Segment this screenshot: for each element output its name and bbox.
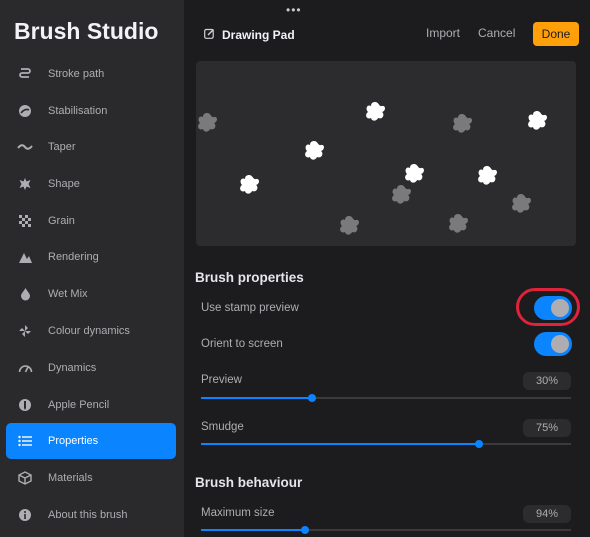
info-icon (16, 506, 34, 524)
sidebar-item-label: Stroke path (48, 68, 105, 80)
brush-properties-heading: Brush properties (195, 270, 304, 285)
import-button[interactable]: Import (426, 26, 460, 40)
sidebar-item-label: Stabilisation (48, 105, 108, 117)
stabilisation-icon (16, 102, 34, 120)
wet-mix-icon (16, 285, 34, 303)
sidebar-item-shape[interactable]: Shape (6, 166, 176, 202)
toggle-knob (551, 335, 569, 353)
cancel-button[interactable]: Cancel (478, 26, 515, 40)
sidebar-item-wet-mix[interactable]: Wet Mix (6, 276, 176, 312)
sidebar-item-stroke-path[interactable]: Stroke path (6, 56, 176, 92)
smudge-label: Smudge (201, 421, 244, 433)
sidebar-item-label: Apple Pencil (48, 399, 110, 411)
drawing-pad-label: Drawing Pad (222, 28, 295, 42)
sidebar-item-label: About this brush (48, 509, 128, 521)
sidebar: Brush Studio Stroke path Stabilisation T… (0, 0, 184, 537)
sidebar-item-label: Materials (48, 472, 93, 484)
taper-icon (16, 138, 34, 156)
sidebar-item-about-this-brush[interactable]: About this brush (6, 497, 176, 533)
white-stamp-marks (240, 102, 547, 194)
drawing-pad-button[interactable]: Drawing Pad (204, 26, 295, 44)
slider-fill (201, 397, 312, 399)
brush-behaviour-heading: Brush behaviour (195, 475, 303, 490)
sidebar-item-label: Shape (48, 178, 80, 190)
maximum-size-slider[interactable] (201, 526, 571, 534)
sidebar-item-label: Wet Mix (48, 288, 88, 300)
main-panel: ••• Drawing Pad Import Cancel Done Brush… (184, 0, 590, 537)
sidebar-item-properties[interactable]: Properties (6, 423, 176, 459)
rendering-icon (16, 248, 34, 266)
grain-icon (16, 212, 34, 230)
preview-slider[interactable] (201, 394, 571, 402)
shape-icon (16, 175, 34, 193)
sidebar-item-rendering[interactable]: Rendering (6, 239, 176, 275)
sidebar-item-taper[interactable]: Taper (6, 129, 176, 165)
sidebar-item-dynamics[interactable]: Dynamics (6, 350, 176, 386)
maximum-size-value[interactable]: 94% (523, 505, 571, 523)
orient-to-screen-label: Orient to screen (201, 338, 283, 350)
slider-fill (201, 529, 305, 531)
use-stamp-preview-label: Use stamp preview (201, 302, 299, 314)
apple-pencil-icon (16, 396, 34, 414)
done-button[interactable]: Done (533, 22, 579, 46)
smudge-slider[interactable] (201, 440, 571, 448)
stroke-path-icon (16, 65, 34, 83)
slider-thumb[interactable] (300, 526, 309, 534)
sidebar-item-label: Properties (48, 435, 99, 447)
maximum-size-label: Maximum size (201, 507, 275, 519)
sidebar-item-label: Dynamics (48, 362, 97, 374)
sidebar-item-label: Rendering (48, 251, 99, 263)
colour-dynamics-icon (16, 322, 34, 340)
materials-icon (16, 469, 34, 487)
sidebar-item-colour-dynamics[interactable]: Colour dynamics (6, 313, 176, 349)
app-title: Brush Studio (14, 18, 159, 44)
sidebar-item-label: Grain (48, 215, 75, 227)
highlight-annotation-circle (516, 288, 580, 326)
preview-label: Preview (201, 374, 242, 386)
dynamics-icon (16, 359, 34, 377)
sidebar-item-apple-pencil[interactable]: Apple Pencil (6, 387, 176, 423)
sidebar-item-stabilisation[interactable]: Stabilisation (6, 93, 176, 129)
sidebar-item-materials[interactable]: Materials (6, 460, 176, 496)
slider-fill (201, 443, 479, 445)
properties-icon (16, 432, 34, 450)
sidebar-item-label: Taper (48, 141, 76, 153)
smudge-value[interactable]: 75% (523, 419, 571, 437)
slider-thumb[interactable] (308, 394, 316, 402)
sidebar-item-label: Colour dynamics (48, 325, 130, 337)
preview-value[interactable]: 30% (523, 372, 571, 390)
edit-icon (204, 26, 215, 44)
brush-preview-canvas[interactable] (196, 61, 576, 246)
more-options-icon[interactable]: ••• (286, 3, 302, 17)
slider-thumb[interactable] (474, 440, 483, 448)
orient-to-screen-toggle[interactable] (534, 332, 572, 356)
sidebar-item-grain[interactable]: Grain (6, 203, 176, 239)
